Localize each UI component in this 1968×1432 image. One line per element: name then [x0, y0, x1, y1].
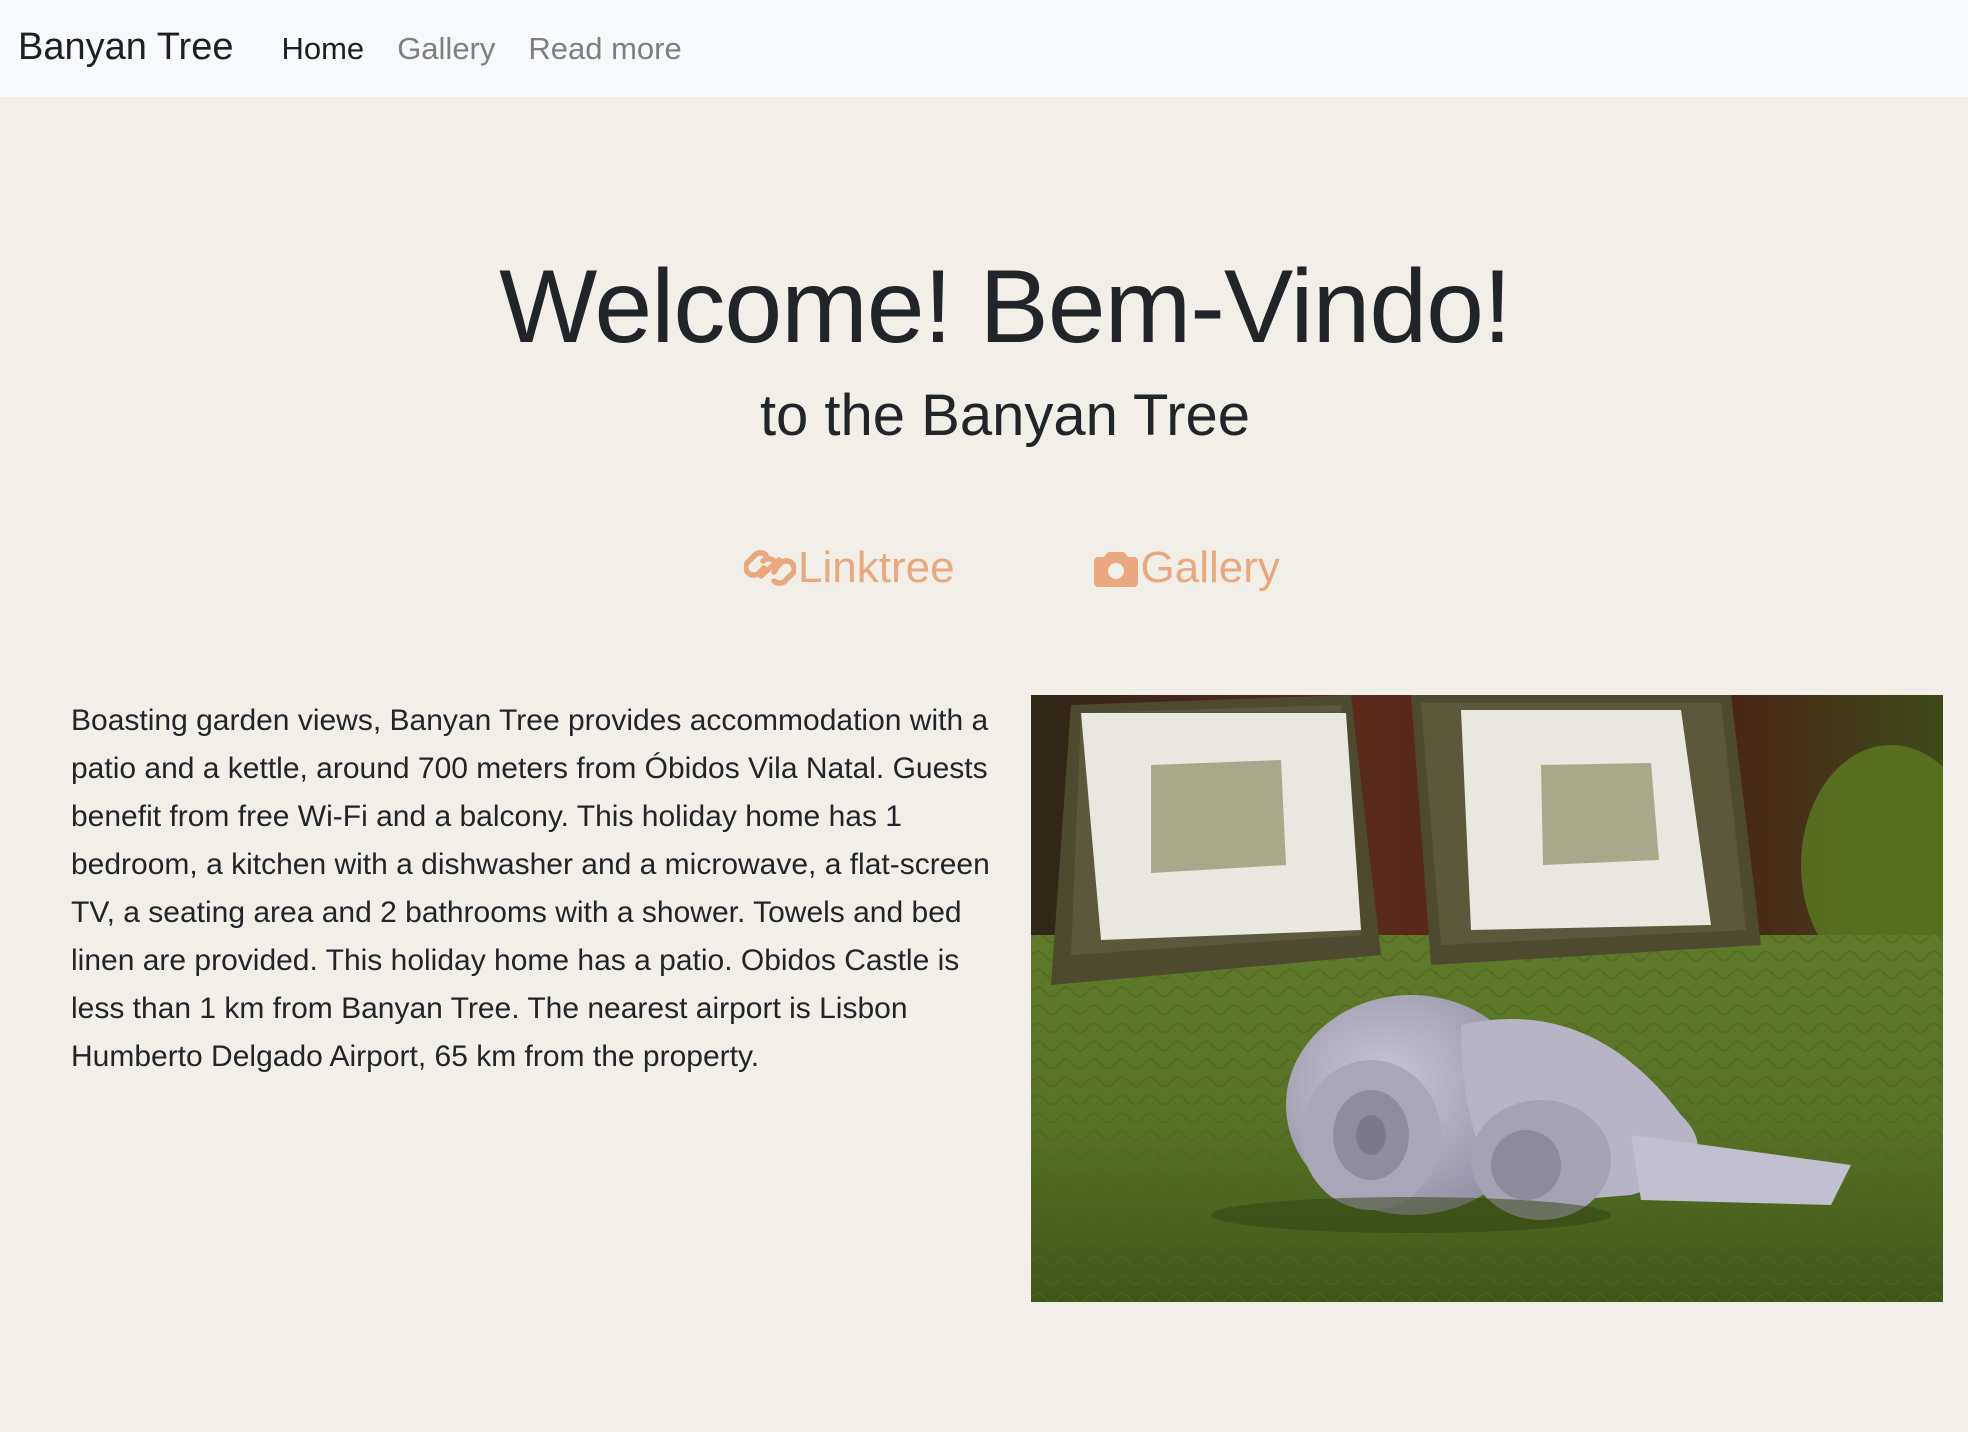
nav-link-read-more[interactable]: Read more [528, 31, 681, 67]
navbar-brand[interactable]: Banyan Tree [18, 26, 233, 69]
camera-icon [1093, 548, 1141, 588]
linktree-link[interactable]: Linktree [744, 538, 955, 598]
gallery-label: Gallery [1140, 543, 1280, 592]
nav-links: Home Gallery Read more [281, 31, 714, 67]
gallery-link[interactable]: Gallery [1093, 538, 1280, 598]
nav-link-home[interactable]: Home [281, 31, 364, 67]
link-icon [744, 546, 798, 590]
hero-links: Linktree Gallery [744, 538, 1280, 598]
top-navbar: Banyan Tree Home Gallery Read more [0, 0, 1968, 97]
linktree-label: Linktree [798, 543, 955, 592]
nav-link-gallery[interactable]: Gallery [397, 31, 495, 67]
hero-subtitle: to the Banyan Tree [759, 383, 1251, 448]
bedroom-photo [1031, 695, 1943, 1302]
about-description: Boasting garden views, Banyan Tree provi… [71, 704, 990, 1073]
hero-title: Welcome! Bem-Vindo! [499, 249, 1512, 365]
